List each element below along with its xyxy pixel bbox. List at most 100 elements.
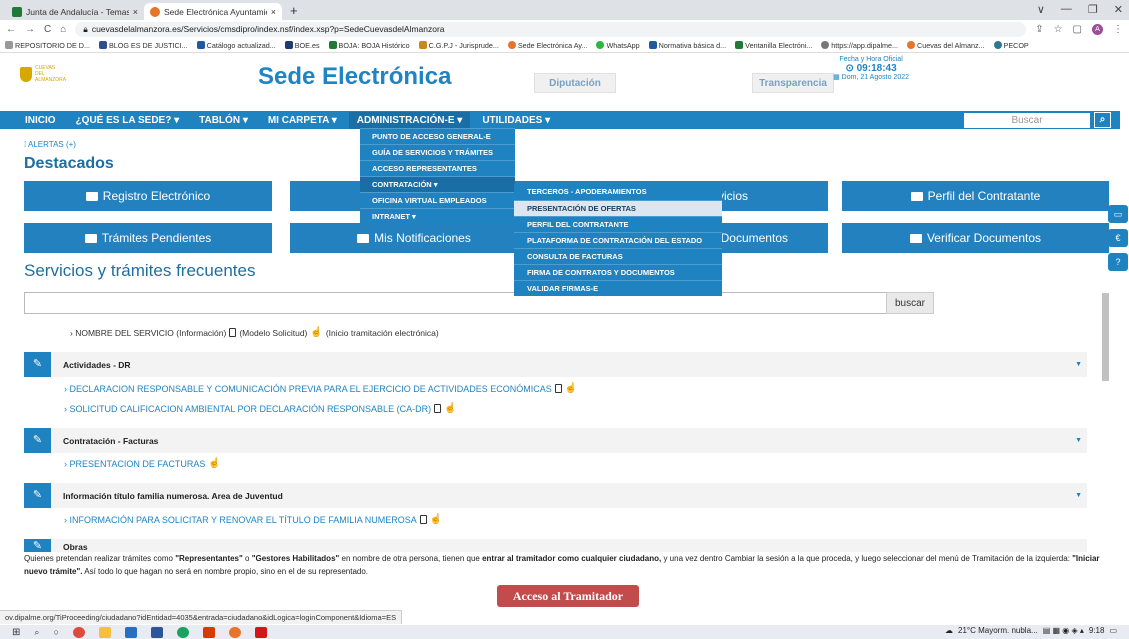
service-link[interactable]: › SOLICITUD CALIFICACION AMBIENTAL POR D… [64, 403, 457, 414]
pointer-hand-icon[interactable]: ☝ [208, 458, 220, 469]
submenu-presentacion-ofertas[interactable]: PRESENTACIÓN DE OFERTAS [514, 200, 722, 216]
acrobat-icon[interactable] [254, 626, 267, 638]
submenu-plataforma-contratacion[interactable]: PLATAFORMA DE CONTRATACIÓN DEL ESTADO [514, 232, 722, 248]
nav-inicio[interactable]: INICIO [25, 115, 56, 126]
office-icon[interactable] [202, 626, 215, 638]
bookmark-star-icon[interactable]: ☆ [1054, 24, 1063, 35]
site-title[interactable]: Sede Electrónica [258, 63, 451, 91]
windows-start-icon[interactable]: ⊞ [12, 627, 20, 638]
new-tab-button[interactable]: + [282, 3, 306, 20]
search-icon[interactable]: ⌕ [34, 627, 39, 638]
bookmark-item[interactable]: BOE.es [284, 41, 320, 50]
services-search-button[interactable]: buscar [886, 292, 934, 314]
submenu-validar-firmas[interactable]: VALIDAR FIRMAS-E [514, 280, 722, 296]
browser-icon[interactable] [228, 626, 241, 638]
profile-avatar[interactable]: A [1092, 23, 1103, 35]
menu-guia-servicios[interactable]: GUÍA DE SERVICIOS Y TRÁMITES [360, 144, 515, 160]
service-link[interactable]: › DECLARACION RESPONSABLE Y COMUNICACIÓN… [64, 383, 577, 394]
category-familia-numerosa[interactable]: ✎ Información título familia numerosa. A… [24, 483, 1087, 508]
word-icon[interactable] [150, 626, 163, 638]
category-obras[interactable]: ✎ Obras [24, 539, 1087, 553]
bookmark-item[interactable]: BOJA: BOJA Histórico [328, 41, 410, 50]
site-search-input[interactable]: Buscar [964, 113, 1090, 128]
maximize-button[interactable]: ❐ [1088, 3, 1098, 16]
pointer-hand-icon[interactable]: ☝ [565, 383, 577, 394]
nav-utilidades[interactable]: UTILIDADES ▾ [482, 115, 550, 126]
chrome-icon[interactable] [72, 626, 85, 638]
tramites-pendientes-button[interactable]: Trámites Pendientes [24, 223, 272, 253]
submenu-firma-contratos[interactable]: FIRMA DE CONTRATOS Y DOCUMENTOS [514, 264, 722, 280]
category-actividades[interactable]: ✎ Actividades - DR ▼ [24, 352, 1087, 377]
sidepanel-icon[interactable]: ▢ [1073, 24, 1082, 35]
bookmark-item[interactable]: Ventanilla Electróni... [735, 41, 812, 50]
submenu-perfil-contratante[interactable]: PERFIL DEL CONTRATANTE [514, 216, 722, 232]
url-field[interactable]: 🔒︎ cuevasdelalmanzora.es/Servicios/cmsdi… [75, 21, 1027, 37]
reload-icon[interactable]: C [44, 24, 51, 35]
search-icon[interactable]: ⌕ [1094, 112, 1111, 128]
submenu-consulta-facturas[interactable]: CONSULTA DE FACTURAS [514, 248, 722, 264]
document-icon[interactable] [434, 404, 442, 413]
bookmark-item[interactable]: PECOP [993, 41, 1029, 50]
forward-arrow-icon[interactable]: → [25, 24, 35, 35]
menu-acceso-representantes[interactable]: ACCESO REPRESENTANTES [360, 160, 515, 176]
nav-que-es-la-sede[interactable]: ¿QUÉ ES LA SEDE? ▾ [76, 115, 180, 126]
category-contratacion[interactable]: ✎ Contratación - Facturas ▼ [24, 428, 1087, 453]
bookmark-item[interactable]: Catálogo actualizad... [196, 41, 276, 50]
menu-oficina-virtual[interactable]: OFICINA VIRTUAL EMPLEADOS [360, 192, 515, 208]
tab-search-icon[interactable]: ∨ [1037, 3, 1045, 16]
bookmark-item[interactable]: Cuevas del Almanz... [907, 41, 985, 50]
services-search-input[interactable] [24, 292, 888, 314]
mail-icon[interactable] [124, 626, 137, 638]
menu-punto-acceso[interactable]: PUNTO DE ACCESO GENERAL-E [360, 128, 515, 144]
acceso-tramitador-button[interactable]: Acceso al Tramitador [497, 585, 639, 607]
bookmark-item[interactable]: Normativa básica d... [648, 41, 726, 50]
diputacion-button[interactable]: Diputación [534, 73, 616, 93]
bookmark-item[interactable]: WhatsApp [596, 41, 640, 50]
back-arrow-icon[interactable]: ← [6, 24, 16, 35]
notifications-icon[interactable]: ▭ [1109, 626, 1117, 635]
bookmark-item[interactable]: Sede Electrónica Ay... [507, 41, 587, 50]
bookmark-item[interactable]: https://app.dipalme... [821, 41, 898, 50]
service-link[interactable]: › PRESENTACION DE FACTURAS ☝ [64, 458, 221, 469]
pointer-hand-icon[interactable]: ☝ [430, 514, 442, 525]
task-view-icon[interactable]: ○ [53, 627, 58, 637]
pointer-hand-icon[interactable]: ☝ [444, 403, 456, 414]
monitor-icon[interactable]: ▭ [1108, 205, 1128, 223]
tab-close-icon[interactable]: × [271, 7, 276, 17]
verificar-documentos-button[interactable]: Verificar Documentos [842, 223, 1109, 253]
home-icon[interactable]: ⌂ [60, 24, 66, 35]
menu-kebab-icon[interactable]: ⋮ [1113, 24, 1123, 35]
help-icon[interactable]: ? [1108, 253, 1128, 271]
browser-tab-sede[interactable]: Sede Electrónica Ayuntamiento d × [144, 3, 282, 20]
weather-text[interactable]: 21°C Mayorm. nubla... [958, 626, 1038, 635]
registro-electronico-button[interactable]: Registro Electrónico [24, 181, 272, 211]
browser-tab-junta[interactable]: Junta de Andalucía - Temas: Deta × [6, 3, 144, 20]
alerts-toggle[interactable]: ⁞ ALERTAS (+) [24, 140, 76, 149]
cortana-icon[interactable] [176, 626, 189, 638]
mis-notificaciones-button[interactable]: Mis Notificaciones [290, 223, 538, 253]
close-window-button[interactable]: ✕ [1114, 3, 1123, 16]
menu-contratacion[interactable]: CONTRATACIÓN ▾ [360, 176, 515, 192]
menu-intranet[interactable]: INTRANET ▾ [360, 208, 515, 224]
bookmark-item[interactable]: C.G.P.J - Jurisprude... [418, 41, 499, 50]
document-icon[interactable] [419, 515, 427, 524]
document-icon[interactable] [554, 384, 562, 393]
share-icon[interactable]: ⇪ [1035, 24, 1043, 35]
minimize-button[interactable]: — [1061, 3, 1072, 16]
submenu-terceros[interactable]: TERCEROS - APODERAMIENTOS [514, 184, 722, 200]
euro-icon[interactable]: € [1108, 229, 1128, 247]
bookmark-item[interactable]: BLOG ES DE JUSTICI... [98, 41, 188, 50]
site-logo[interactable]: CUEVAS DEL ALMANZORA [20, 65, 66, 83]
clock-text[interactable]: 9:18 [1089, 626, 1105, 635]
file-explorer-icon[interactable] [98, 626, 111, 638]
services-scrollbar[interactable] [1101, 287, 1109, 537]
tray-icons[interactable]: ▤ ▦ ◉ ◈ ▴ [1043, 626, 1084, 635]
nav-administracion-e[interactable]: ADMINISTRACIÓN-E ▾ [348, 111, 471, 129]
tab-close-icon[interactable]: × [133, 7, 138, 17]
bookmark-item[interactable]: REPOSITORIO DE D... [5, 41, 90, 50]
perfil-contratante-button[interactable]: Perfil del Contratante [842, 181, 1109, 211]
nav-tablon[interactable]: TABLÓN ▾ [199, 115, 248, 126]
scroll-thumb[interactable] [1102, 293, 1109, 381]
service-link[interactable]: › INFORMACIÓN PARA SOLICITAR Y RENOVAR E… [64, 514, 442, 525]
transparencia-button[interactable]: Transparencia [752, 73, 834, 93]
